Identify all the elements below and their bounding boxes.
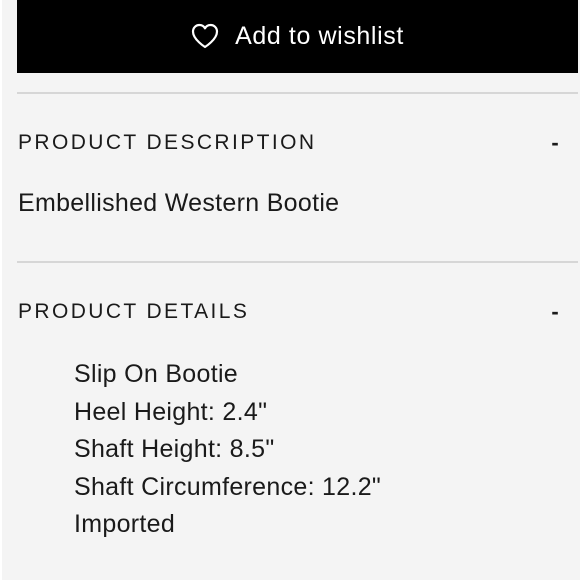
product-details-list: Slip On Bootie Heel Height: 2.4" Shaft H… bbox=[74, 356, 381, 544]
detail-item: Imported bbox=[74, 510, 176, 538]
detail-item: Slip On Bootie bbox=[74, 360, 239, 388]
product-description-title: PRODUCT DESCRIPTION bbox=[18, 131, 317, 154]
heart-icon bbox=[191, 23, 219, 49]
detail-item: Shaft Circumference: 12.2" bbox=[74, 472, 382, 501]
detail-item: Shaft Height: 8.5" bbox=[74, 435, 275, 463]
wishlist-button-label: Add to wishlist bbox=[235, 22, 404, 50]
collapse-toggle-icon[interactable]: - bbox=[548, 299, 562, 325]
page-edge bbox=[0, 0, 2, 580]
section-divider bbox=[17, 92, 578, 94]
product-details-title: PRODUCT DETAILS bbox=[18, 300, 250, 323]
product-info-panel: Add to wishlist PRODUCT DESCRIPTION - Em… bbox=[0, 0, 580, 580]
product-description-header[interactable]: PRODUCT DESCRIPTION - bbox=[18, 130, 560, 156]
product-details-header[interactable]: PRODUCT DETAILS - bbox=[18, 299, 560, 325]
detail-item: Heel Height: 2.4" bbox=[74, 397, 268, 426]
section-divider bbox=[17, 261, 578, 263]
collapse-toggle-icon[interactable]: - bbox=[548, 130, 562, 156]
product-description-text: Embellished Western Bootie bbox=[18, 189, 340, 217]
add-to-wishlist-button[interactable]: Add to wishlist bbox=[17, 0, 578, 73]
